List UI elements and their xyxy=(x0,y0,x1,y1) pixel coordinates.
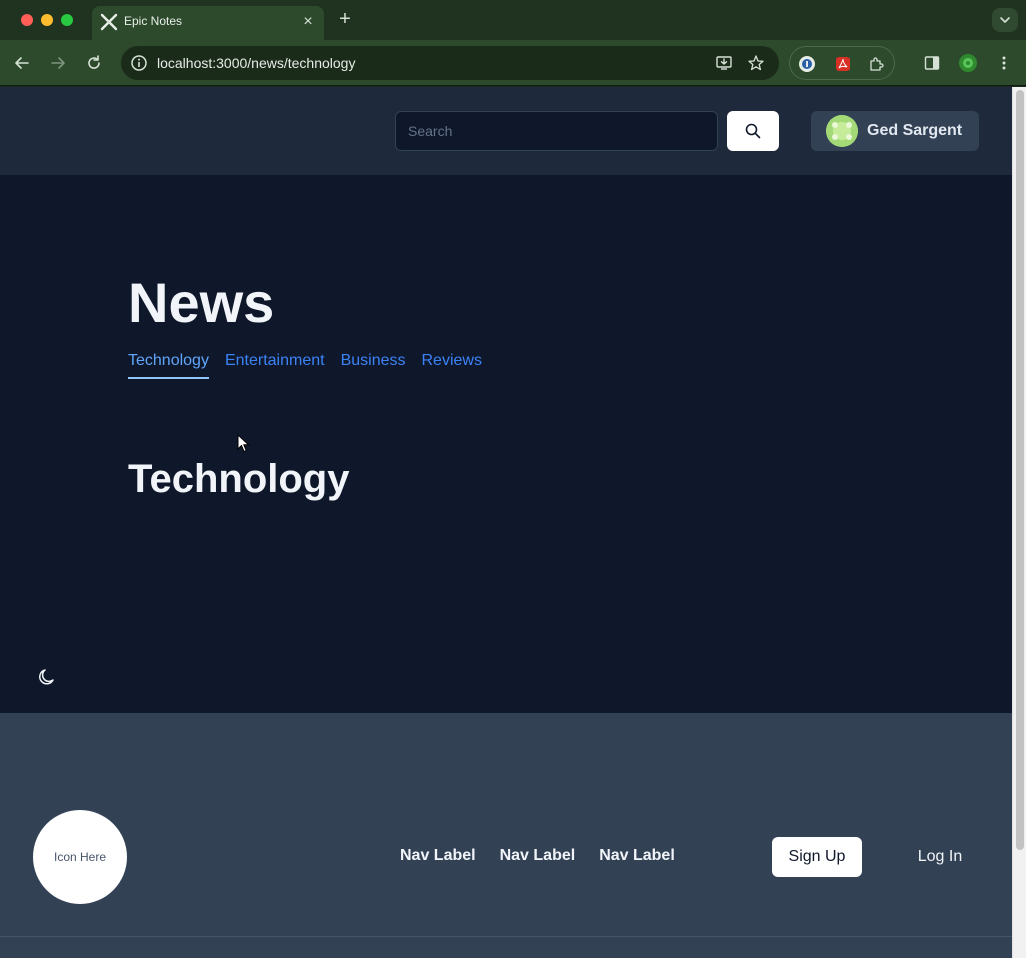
close-tab-icon[interactable]: × xyxy=(300,14,316,30)
footer-divider xyxy=(0,936,1012,937)
arrow-right-icon xyxy=(51,57,65,69)
url-text: localhost:3000/news/technology xyxy=(157,55,356,71)
puzzle-icon[interactable] xyxy=(868,55,886,73)
search-icon xyxy=(745,123,761,139)
epic-notes-favicon-icon xyxy=(100,13,118,31)
footer-logo[interactable]: Icon Here xyxy=(33,810,127,904)
section-title: Technology xyxy=(128,457,350,501)
browser-chrome: Epic Notes × + localhost:3000/news/techn… xyxy=(0,0,1026,86)
arrow-left-icon xyxy=(15,57,29,69)
user-menu-button[interactable]: Ged Sargent xyxy=(811,111,979,151)
minimize-window-button[interactable] xyxy=(41,14,53,26)
tab-entertainment[interactable]: Entertainment xyxy=(225,351,325,379)
new-tab-icon[interactable]: + xyxy=(335,9,355,29)
reload-icon xyxy=(88,55,100,69)
tab-business[interactable]: Business xyxy=(341,351,406,379)
page-scrollbar[interactable] xyxy=(1012,87,1026,958)
close-window-button[interactable] xyxy=(21,14,33,26)
log-in-button[interactable]: Log In xyxy=(900,837,980,877)
pdf-extension-icon[interactable] xyxy=(834,55,852,73)
news-category-nav: Technology Entertainment Business Review… xyxy=(128,351,482,379)
install-app-icon[interactable] xyxy=(715,54,733,72)
mouse-cursor-icon xyxy=(237,434,250,453)
footer-logo-text: Icon Here xyxy=(53,850,107,864)
reload-button[interactable] xyxy=(83,52,105,74)
footer-nav: Nav Label Nav Label Nav Label xyxy=(400,847,675,865)
browser-tab[interactable]: Epic Notes × xyxy=(92,6,324,40)
tab-title: Epic Notes xyxy=(124,14,183,28)
tab-reviews[interactable]: Reviews xyxy=(421,351,481,379)
search-button[interactable] xyxy=(727,111,779,151)
footer-nav-item-2[interactable]: Nav Label xyxy=(500,847,576,865)
address-bar[interactable]: localhost:3000/news/technology xyxy=(121,46,779,80)
chevron-down-icon xyxy=(1000,17,1010,23)
site-footer: Icon Here Nav Label Nav Label Nav Label … xyxy=(0,713,1012,958)
password-manager-extension-icon[interactable] xyxy=(798,55,816,73)
maximize-window-button[interactable] xyxy=(61,14,73,26)
extensions-group xyxy=(789,46,895,80)
tab-technology[interactable]: Technology xyxy=(128,351,209,379)
site-header: Ged Sargent xyxy=(0,87,1012,175)
forward-button[interactable] xyxy=(47,52,69,74)
sign-up-button[interactable]: Sign Up xyxy=(772,837,862,877)
star-icon[interactable] xyxy=(747,54,765,72)
page-title: News xyxy=(128,271,275,334)
side-panel-icon[interactable] xyxy=(923,54,941,72)
back-button[interactable] xyxy=(11,52,33,74)
user-name: Ged Sargent xyxy=(867,122,963,139)
scrollbar-thumb[interactable] xyxy=(1016,90,1024,850)
footer-nav-item-3[interactable]: Nav Label xyxy=(599,847,675,865)
kebab-menu-icon[interactable] xyxy=(995,54,1013,72)
moon-icon[interactable] xyxy=(37,667,57,687)
page-content: Ged Sargent News Technology Entertainmen… xyxy=(0,87,1012,958)
avatar xyxy=(826,115,858,147)
browser-toolbar: localhost:3000/news/technology xyxy=(0,40,1026,86)
tab-search-button[interactable] xyxy=(992,8,1018,32)
info-icon[interactable] xyxy=(129,53,149,73)
tab-strip: Epic Notes × + xyxy=(0,0,1026,40)
footer-nav-item-1[interactable]: Nav Label xyxy=(400,847,476,865)
search-input[interactable] xyxy=(395,111,718,151)
profile-avatar-icon[interactable] xyxy=(958,53,978,73)
